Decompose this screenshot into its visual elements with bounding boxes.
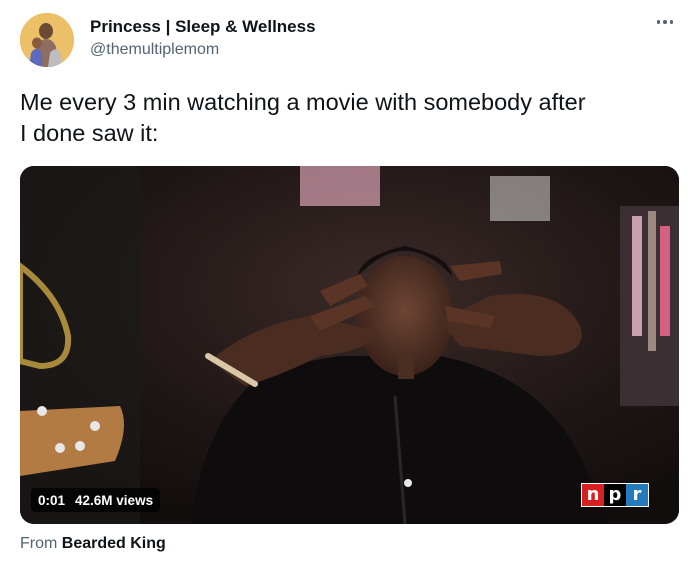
tweet-card: Princess | Sleep & Wellness @themultiple… <box>0 0 700 561</box>
tweet-text-line: Me every 3 min watching a movie with som… <box>20 89 586 115</box>
media-source: From Bearded King <box>20 535 166 553</box>
source-name-link[interactable]: Bearded King <box>62 535 166 552</box>
video-timestamp: 0:01 <box>38 492 66 508</box>
video-time-views-overlay: 0:01 42.6M views <box>31 488 161 512</box>
npr-logo-letter: n <box>582 484 604 506</box>
video-player[interactable]: 0:01 42.6M views n p r <box>20 166 679 524</box>
author-handle[interactable]: @themultiplemom <box>90 41 219 59</box>
tweet-text-line: I done saw it: <box>20 120 159 146</box>
author-name[interactable]: Princess | Sleep & Wellness <box>90 17 316 37</box>
npr-logo-letter: p <box>604 484 626 506</box>
npr-logo-letter: r <box>626 484 648 506</box>
video-views-count: 42.6M views <box>75 492 154 508</box>
source-prefix: From <box>20 535 58 552</box>
avatar[interactable] <box>20 13 74 67</box>
npr-logo: n p r <box>581 483 649 507</box>
tweet-text: Me every 3 min watching a movie with som… <box>20 87 680 149</box>
more-horizontal-icon <box>656 20 674 24</box>
avatar-photo <box>20 13 74 67</box>
more-options-button[interactable] <box>650 12 680 32</box>
video-frame <box>20 166 679 524</box>
